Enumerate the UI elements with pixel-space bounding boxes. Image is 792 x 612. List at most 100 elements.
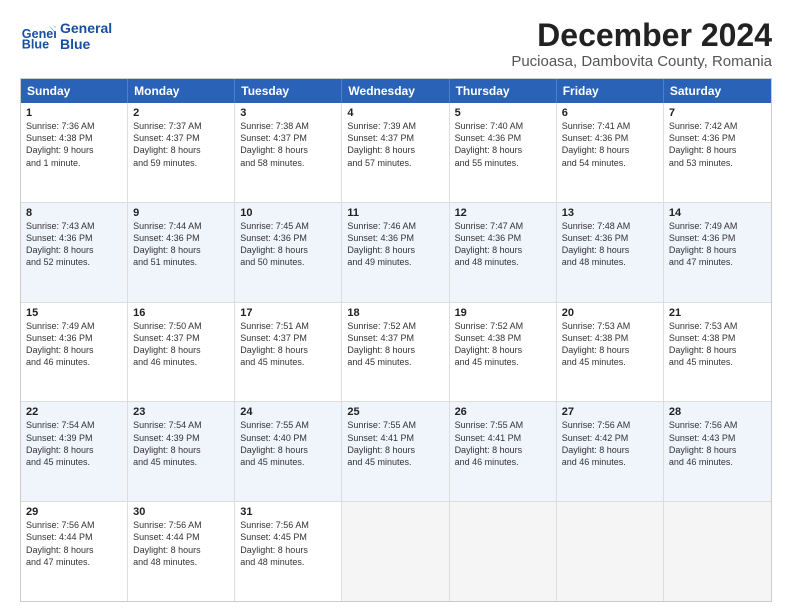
day-cell-22: 22Sunrise: 7:54 AM Sunset: 4:39 PM Dayli… bbox=[21, 402, 128, 501]
day-info: Sunrise: 7:49 AM Sunset: 4:36 PM Dayligh… bbox=[26, 320, 122, 369]
day-cell-20: 20Sunrise: 7:53 AM Sunset: 4:38 PM Dayli… bbox=[557, 303, 664, 402]
day-info: Sunrise: 7:56 AM Sunset: 4:44 PM Dayligh… bbox=[133, 519, 229, 568]
day-number: 15 bbox=[26, 307, 122, 319]
day-info: Sunrise: 7:53 AM Sunset: 4:38 PM Dayligh… bbox=[669, 320, 766, 369]
day-info: Sunrise: 7:43 AM Sunset: 4:36 PM Dayligh… bbox=[26, 220, 122, 269]
day-number: 29 bbox=[26, 506, 122, 518]
empty-cell bbox=[557, 502, 664, 601]
day-cell-28: 28Sunrise: 7:56 AM Sunset: 4:43 PM Dayli… bbox=[664, 402, 771, 501]
day-number: 1 bbox=[26, 107, 122, 119]
day-cell-7: 7Sunrise: 7:42 AM Sunset: 4:36 PM Daylig… bbox=[664, 103, 771, 202]
day-cell-12: 12Sunrise: 7:47 AM Sunset: 4:36 PM Dayli… bbox=[450, 203, 557, 302]
day-number: 24 bbox=[240, 406, 336, 418]
day-info: Sunrise: 7:56 AM Sunset: 4:45 PM Dayligh… bbox=[240, 519, 336, 568]
day-info: Sunrise: 7:50 AM Sunset: 4:37 PM Dayligh… bbox=[133, 320, 229, 369]
day-number: 31 bbox=[240, 506, 336, 518]
day-cell-26: 26Sunrise: 7:55 AM Sunset: 4:41 PM Dayli… bbox=[450, 402, 557, 501]
calendar-header: SundayMondayTuesdayWednesdayThursdayFrid… bbox=[21, 79, 771, 103]
empty-cell bbox=[664, 502, 771, 601]
day-cell-29: 29Sunrise: 7:56 AM Sunset: 4:44 PM Dayli… bbox=[21, 502, 128, 601]
day-cell-30: 30Sunrise: 7:56 AM Sunset: 4:44 PM Dayli… bbox=[128, 502, 235, 601]
day-number: 14 bbox=[669, 207, 766, 219]
header-day-tuesday: Tuesday bbox=[235, 79, 342, 103]
day-cell-14: 14Sunrise: 7:49 AM Sunset: 4:36 PM Dayli… bbox=[664, 203, 771, 302]
logo: General Blue General Blue bbox=[20, 18, 112, 54]
day-info: Sunrise: 7:39 AM Sunset: 4:37 PM Dayligh… bbox=[347, 120, 443, 169]
day-number: 12 bbox=[455, 207, 551, 219]
calendar-body: 1Sunrise: 7:36 AM Sunset: 4:38 PM Daylig… bbox=[21, 103, 771, 601]
day-cell-27: 27Sunrise: 7:56 AM Sunset: 4:42 PM Dayli… bbox=[557, 402, 664, 501]
header-day-sunday: Sunday bbox=[21, 79, 128, 103]
day-number: 20 bbox=[562, 307, 658, 319]
day-cell-2: 2Sunrise: 7:37 AM Sunset: 4:37 PM Daylig… bbox=[128, 103, 235, 202]
day-cell-15: 15Sunrise: 7:49 AM Sunset: 4:36 PM Dayli… bbox=[21, 303, 128, 402]
day-number: 16 bbox=[133, 307, 229, 319]
day-cell-17: 17Sunrise: 7:51 AM Sunset: 4:37 PM Dayli… bbox=[235, 303, 342, 402]
empty-cell bbox=[342, 502, 449, 601]
day-number: 2 bbox=[133, 107, 229, 119]
day-number: 23 bbox=[133, 406, 229, 418]
day-number: 30 bbox=[133, 506, 229, 518]
day-info: Sunrise: 7:56 AM Sunset: 4:43 PM Dayligh… bbox=[669, 419, 766, 468]
header-day-friday: Friday bbox=[557, 79, 664, 103]
day-info: Sunrise: 7:56 AM Sunset: 4:44 PM Dayligh… bbox=[26, 519, 122, 568]
day-number: 26 bbox=[455, 406, 551, 418]
day-cell-13: 13Sunrise: 7:48 AM Sunset: 4:36 PM Dayli… bbox=[557, 203, 664, 302]
day-number: 8 bbox=[26, 207, 122, 219]
day-number: 21 bbox=[669, 307, 766, 319]
day-cell-10: 10Sunrise: 7:45 AM Sunset: 4:36 PM Dayli… bbox=[235, 203, 342, 302]
day-number: 28 bbox=[669, 406, 766, 418]
day-info: Sunrise: 7:46 AM Sunset: 4:36 PM Dayligh… bbox=[347, 220, 443, 269]
day-cell-16: 16Sunrise: 7:50 AM Sunset: 4:37 PM Dayli… bbox=[128, 303, 235, 402]
page: General Blue General Blue December 2024 … bbox=[0, 0, 792, 612]
day-number: 10 bbox=[240, 207, 336, 219]
day-info: Sunrise: 7:52 AM Sunset: 4:37 PM Dayligh… bbox=[347, 320, 443, 369]
day-info: Sunrise: 7:56 AM Sunset: 4:42 PM Dayligh… bbox=[562, 419, 658, 468]
day-cell-5: 5Sunrise: 7:40 AM Sunset: 4:36 PM Daylig… bbox=[450, 103, 557, 202]
day-number: 17 bbox=[240, 307, 336, 319]
day-number: 4 bbox=[347, 107, 443, 119]
day-info: Sunrise: 7:36 AM Sunset: 4:38 PM Dayligh… bbox=[26, 120, 122, 169]
header-day-thursday: Thursday bbox=[450, 79, 557, 103]
day-number: 3 bbox=[240, 107, 336, 119]
day-cell-18: 18Sunrise: 7:52 AM Sunset: 4:37 PM Dayli… bbox=[342, 303, 449, 402]
day-info: Sunrise: 7:55 AM Sunset: 4:41 PM Dayligh… bbox=[347, 419, 443, 468]
day-info: Sunrise: 7:40 AM Sunset: 4:36 PM Dayligh… bbox=[455, 120, 551, 169]
empty-cell bbox=[450, 502, 557, 601]
day-info: Sunrise: 7:45 AM Sunset: 4:36 PM Dayligh… bbox=[240, 220, 336, 269]
day-cell-4: 4Sunrise: 7:39 AM Sunset: 4:37 PM Daylig… bbox=[342, 103, 449, 202]
title-block: December 2024 Pucioasa, Dambovita County… bbox=[511, 18, 772, 70]
day-info: Sunrise: 7:47 AM Sunset: 4:36 PM Dayligh… bbox=[455, 220, 551, 269]
day-number: 13 bbox=[562, 207, 658, 219]
header: General Blue General Blue December 2024 … bbox=[20, 18, 772, 70]
header-day-saturday: Saturday bbox=[664, 79, 771, 103]
logo-text-blue: Blue bbox=[60, 36, 112, 52]
day-number: 5 bbox=[455, 107, 551, 119]
day-cell-19: 19Sunrise: 7:52 AM Sunset: 4:38 PM Dayli… bbox=[450, 303, 557, 402]
day-number: 9 bbox=[133, 207, 229, 219]
calendar-row-2: 8Sunrise: 7:43 AM Sunset: 4:36 PM Daylig… bbox=[21, 203, 771, 303]
day-info: Sunrise: 7:49 AM Sunset: 4:36 PM Dayligh… bbox=[669, 220, 766, 269]
svg-text:Blue: Blue bbox=[22, 38, 49, 52]
day-cell-6: 6Sunrise: 7:41 AM Sunset: 4:36 PM Daylig… bbox=[557, 103, 664, 202]
day-number: 11 bbox=[347, 207, 443, 219]
header-day-wednesday: Wednesday bbox=[342, 79, 449, 103]
calendar-row-5: 29Sunrise: 7:56 AM Sunset: 4:44 PM Dayli… bbox=[21, 502, 771, 601]
day-number: 25 bbox=[347, 406, 443, 418]
day-number: 7 bbox=[669, 107, 766, 119]
day-cell-25: 25Sunrise: 7:55 AM Sunset: 4:41 PM Dayli… bbox=[342, 402, 449, 501]
header-day-monday: Monday bbox=[128, 79, 235, 103]
calendar-row-4: 22Sunrise: 7:54 AM Sunset: 4:39 PM Dayli… bbox=[21, 402, 771, 502]
day-cell-24: 24Sunrise: 7:55 AM Sunset: 4:40 PM Dayli… bbox=[235, 402, 342, 501]
calendar-row-3: 15Sunrise: 7:49 AM Sunset: 4:36 PM Dayli… bbox=[21, 303, 771, 403]
day-info: Sunrise: 7:53 AM Sunset: 4:38 PM Dayligh… bbox=[562, 320, 658, 369]
day-info: Sunrise: 7:54 AM Sunset: 4:39 PM Dayligh… bbox=[26, 419, 122, 468]
day-info: Sunrise: 7:55 AM Sunset: 4:41 PM Dayligh… bbox=[455, 419, 551, 468]
day-number: 6 bbox=[562, 107, 658, 119]
subtitle: Pucioasa, Dambovita County, Romania bbox=[511, 53, 772, 70]
logo-icon: General Blue bbox=[20, 18, 56, 54]
day-info: Sunrise: 7:54 AM Sunset: 4:39 PM Dayligh… bbox=[133, 419, 229, 468]
day-cell-21: 21Sunrise: 7:53 AM Sunset: 4:38 PM Dayli… bbox=[664, 303, 771, 402]
calendar: SundayMondayTuesdayWednesdayThursdayFrid… bbox=[20, 78, 772, 602]
day-info: Sunrise: 7:48 AM Sunset: 4:36 PM Dayligh… bbox=[562, 220, 658, 269]
